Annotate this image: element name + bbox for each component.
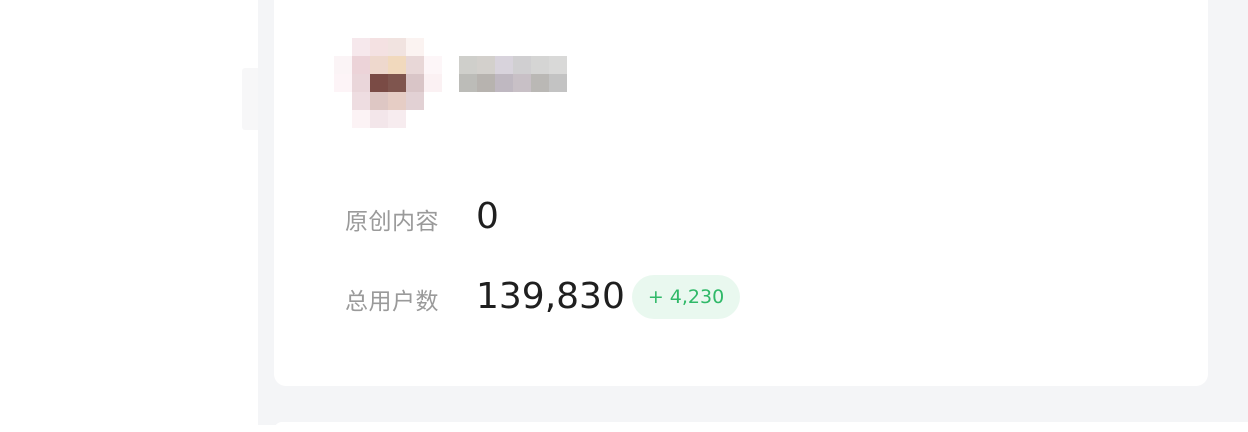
avatar-pixel (370, 110, 388, 128)
avatar-pixel (406, 74, 424, 92)
avatar-pixel (370, 74, 388, 92)
avatar-pixel (424, 92, 442, 110)
username-pixel (549, 56, 567, 74)
avatar (334, 38, 442, 128)
original-content-label: 原创内容 (345, 209, 439, 235)
avatar-pixel (424, 38, 442, 56)
avatar-pixel (406, 56, 424, 74)
username-pixel (495, 56, 513, 74)
avatar-pixel (424, 56, 442, 74)
avatar-pixel (424, 110, 442, 128)
total-users-delta-badge: + 4,230 (632, 275, 740, 319)
username-pixel (459, 74, 477, 92)
original-content-value: 0 (476, 196, 499, 237)
avatar-pixel (334, 56, 352, 74)
total-users-value: 139,830 (476, 276, 625, 317)
avatar-pixel (370, 92, 388, 110)
avatar-pixel (406, 38, 424, 56)
avatar-pixel (370, 38, 388, 56)
avatar-pixel (352, 92, 370, 110)
avatar-pixel (406, 92, 424, 110)
avatar-pixel (352, 110, 370, 128)
left-panel (0, 0, 258, 425)
username-pixel (549, 74, 567, 92)
username-pixel (513, 56, 531, 74)
next-card-edge (274, 422, 1248, 432)
username-pixel (513, 74, 531, 92)
username-pixel (495, 74, 513, 92)
avatar-pixel (334, 74, 352, 92)
avatar-pixel (406, 110, 424, 128)
avatar-pixel (388, 74, 406, 92)
avatar-pixel (388, 56, 406, 74)
username-pixel (477, 56, 495, 74)
avatar-pixel (388, 38, 406, 56)
username-pixel (531, 56, 549, 74)
avatar-pixel (388, 92, 406, 110)
avatar-pixel (370, 56, 388, 74)
avatar-pixel (352, 56, 370, 74)
total-users-label: 总用户数 (345, 289, 439, 315)
avatar-pixel (388, 110, 406, 128)
account-name-pixelated (459, 56, 567, 92)
avatar-pixel (334, 38, 352, 56)
avatar-pixel (352, 38, 370, 56)
username-pixel (531, 74, 549, 92)
avatar-pixel (352, 74, 370, 92)
username-pixel (477, 74, 495, 92)
avatar-pixel (424, 74, 442, 92)
avatar-pixel (334, 92, 352, 110)
username-pixel (459, 56, 477, 74)
avatar-pixel (334, 110, 352, 128)
